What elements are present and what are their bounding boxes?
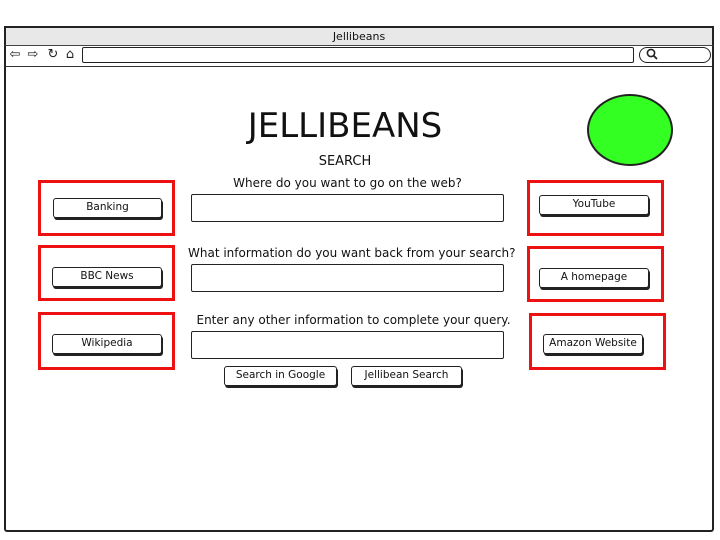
home-icon[interactable]: ⌂ <box>63 47 77 63</box>
shortcut-bbc-news-button[interactable]: BBC News <box>52 267 162 287</box>
page-subtitle: SEARCH <box>318 154 372 169</box>
jellibean-search-button[interactable]: Jellibean Search <box>351 366 462 386</box>
green-circle-graphic <box>587 94 673 166</box>
search-in-google-button[interactable]: Search in Google <box>224 366 337 386</box>
information-input[interactable] <box>191 264 504 292</box>
back-arrow-icon[interactable]: ⇦ <box>8 47 22 63</box>
url-input[interactable] <box>82 47 634 63</box>
destination-input[interactable] <box>191 194 504 222</box>
reload-icon[interactable]: ↻ <box>46 47 60 63</box>
shortcut-amazon-button[interactable]: Amazon Website <box>543 334 643 354</box>
destination-question-label: Where do you want to go on the web? <box>233 176 462 190</box>
extra-info-input[interactable] <box>191 331 504 359</box>
browser-search-input[interactable] <box>639 47 711 63</box>
search-icon <box>646 48 658 63</box>
shortcut-wikipedia-button[interactable]: Wikipedia <box>52 334 162 354</box>
shortcut-homepage-button[interactable]: A homepage <box>539 268 649 288</box>
site-logo: JELLIBEANS <box>247 106 443 146</box>
browser-toolbar: ⇦ ⇨ ↻ ⌂ <box>6 45 712 67</box>
extra-info-question-label: Enter any other information to complete … <box>196 313 511 327</box>
forward-arrow-icon[interactable]: ⇨ <box>26 47 40 63</box>
shortcut-banking-button[interactable]: Banking <box>53 198 162 218</box>
information-question-label: What information do you want back from y… <box>188 246 516 260</box>
window-title: Jellibeans <box>4 26 714 46</box>
shortcut-youtube-button[interactable]: YouTube <box>539 195 649 215</box>
